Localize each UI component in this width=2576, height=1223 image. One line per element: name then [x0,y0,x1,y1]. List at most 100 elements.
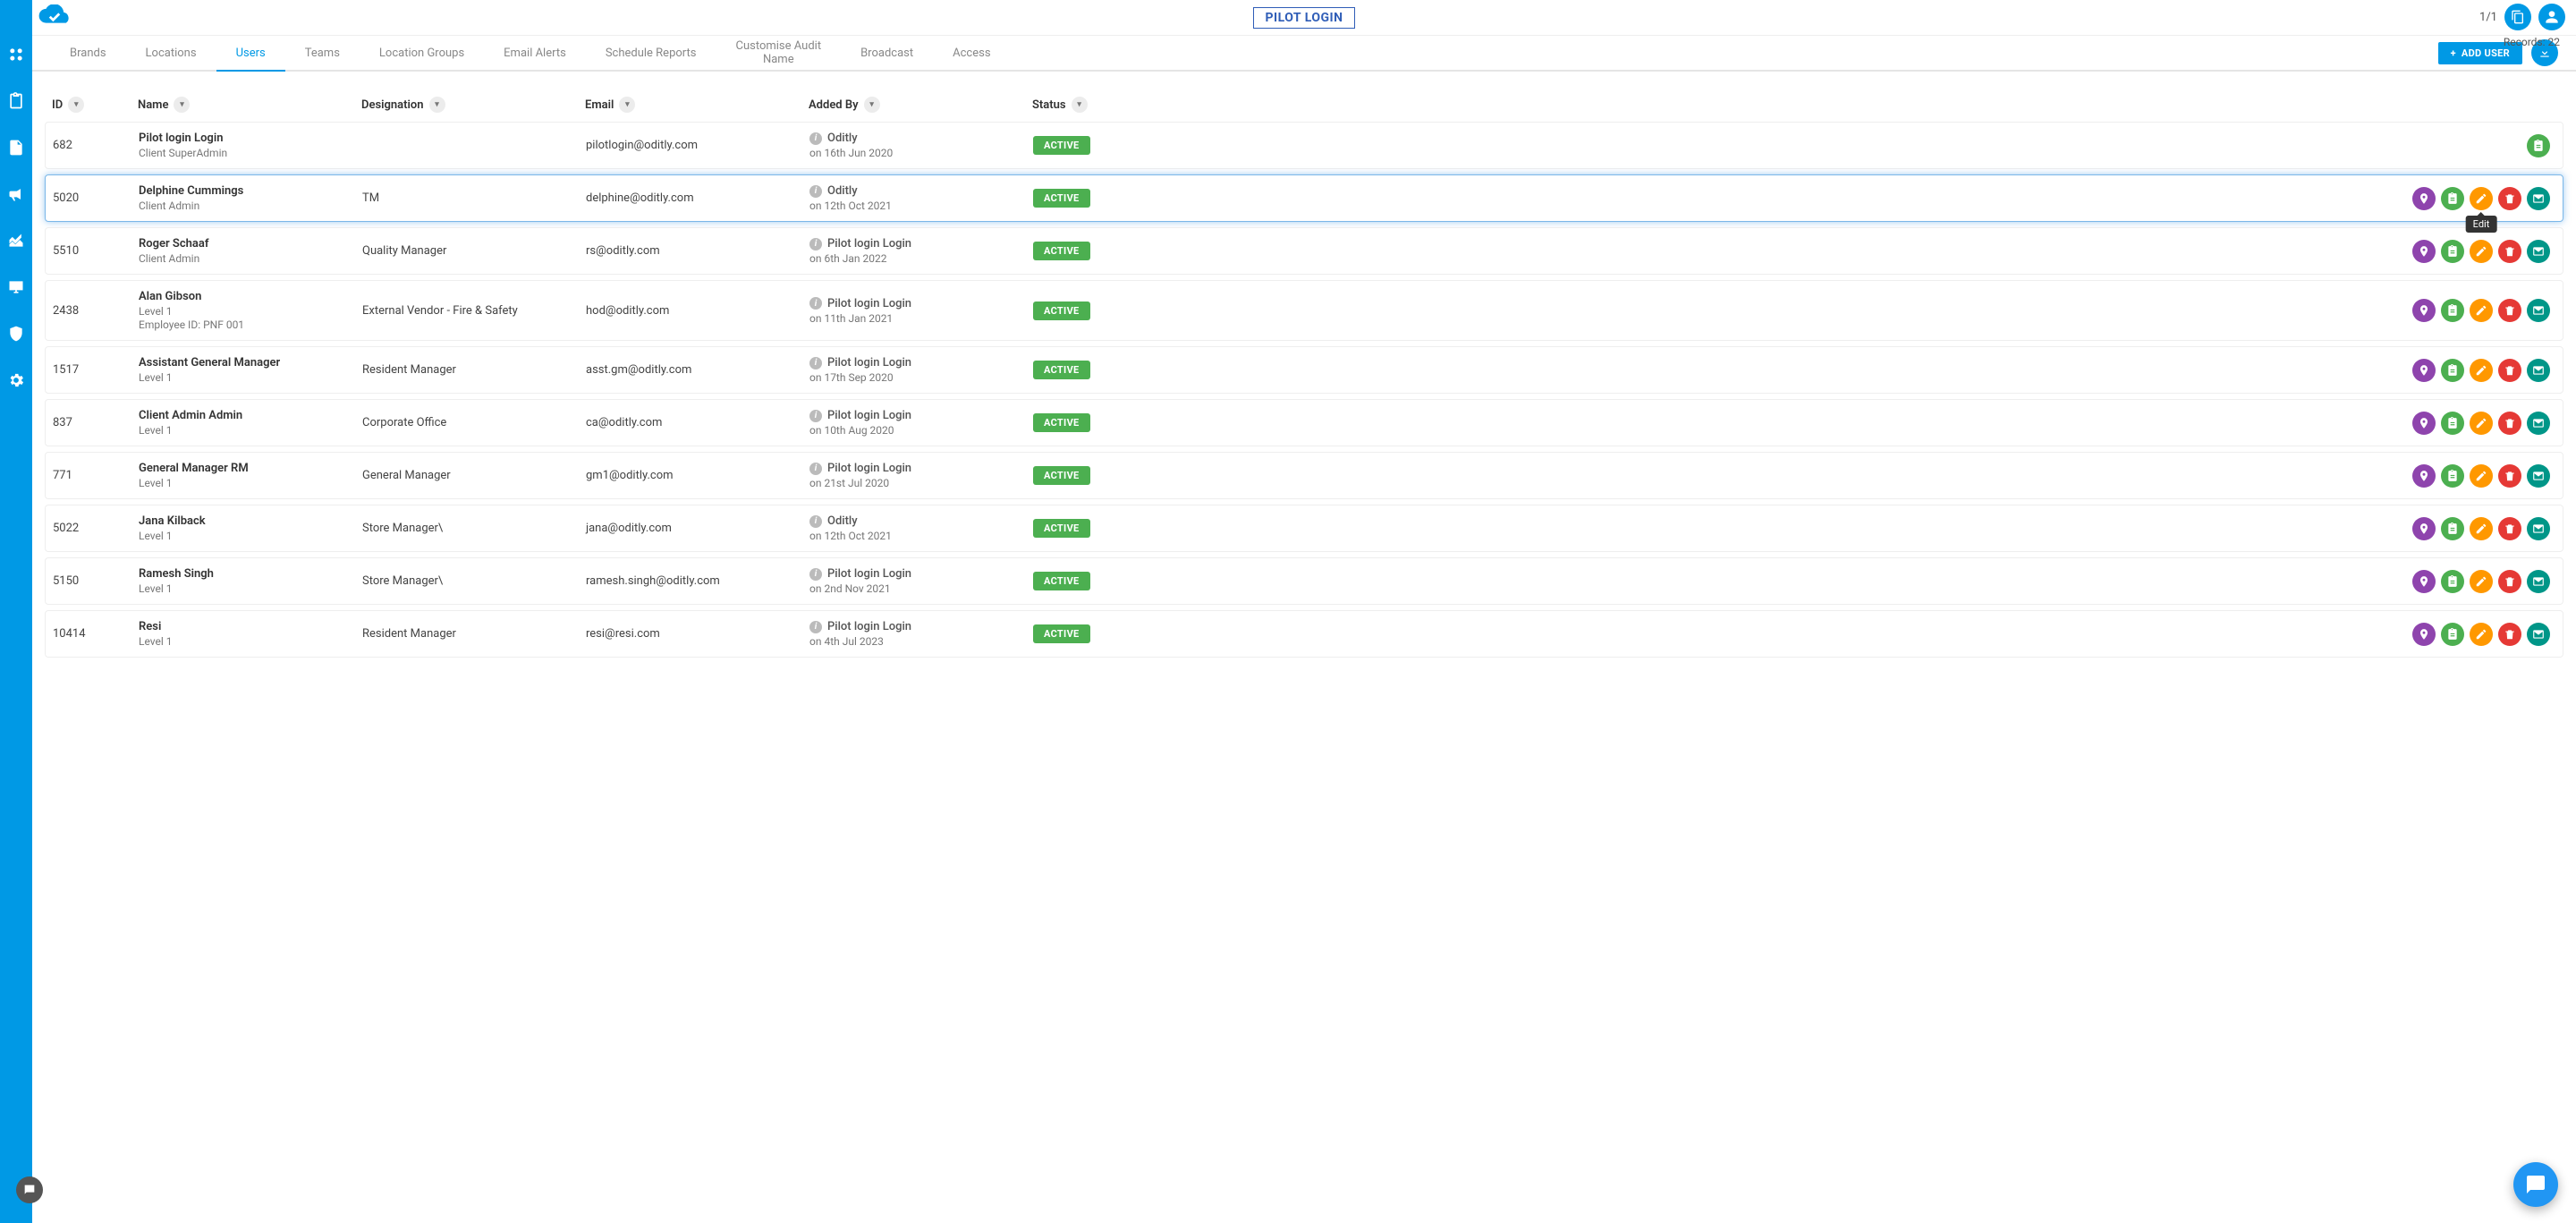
tab-broadcast[interactable]: Broadcast [841,35,933,71]
tab-location-groups[interactable]: Location Groups [360,35,484,71]
info-icon[interactable]: i [809,515,822,528]
sidebar-clipboard-icon[interactable] [6,91,26,111]
row-location-icon[interactable] [2412,299,2436,322]
row-edit-icon[interactable] [2470,623,2493,646]
info-icon[interactable]: i [809,238,822,251]
row-clipboard-icon[interactable] [2441,412,2464,435]
status-badge: ACTIVE [1033,413,1090,432]
tab-brands[interactable]: Brands [50,35,126,71]
row-edit-icon[interactable]: Edit [2470,187,2493,210]
sidebar-settings-icon[interactable] [6,370,26,390]
cell-name: General Manager RM [139,462,362,475]
row-mail-icon[interactable] [2527,359,2550,382]
row-clipboard-icon[interactable] [2441,517,2464,540]
row-clipboard-icon[interactable] [2441,299,2464,322]
info-icon[interactable]: i [809,568,822,581]
row-location-icon[interactable] [2412,187,2436,210]
info-icon[interactable]: i [809,185,822,198]
info-icon[interactable]: i [809,463,822,475]
row-location-icon[interactable] [2412,623,2436,646]
row-delete-icon[interactable] [2498,517,2521,540]
row-delete-icon[interactable] [2498,412,2521,435]
row-clipboard-icon[interactable] [2527,134,2550,157]
tab-email-alerts[interactable]: Email Alerts [484,35,586,71]
sort-added-icon[interactable]: ▾ [864,97,880,113]
row-clipboard-icon[interactable] [2441,570,2464,593]
sidebar-announcement-icon[interactable] [6,184,26,204]
sort-name-icon[interactable]: ▾ [174,97,190,113]
row-mail-icon[interactable] [2527,570,2550,593]
row-mail-icon[interactable] [2527,240,2550,263]
sort-status-icon[interactable]: ▾ [1072,97,1088,113]
row-delete-icon[interactable] [2498,570,2521,593]
cell-added-date: on 16th Jun 2020 [809,147,1033,159]
sidebar-shield-icon[interactable] [6,324,26,344]
cell-name: Resi [139,620,362,633]
page-counter: 1/1 [2479,11,2497,24]
row-location-icon[interactable] [2412,570,2436,593]
copy-icon[interactable] [2504,4,2531,30]
row-edit-icon[interactable] [2470,517,2493,540]
chat-fab-icon[interactable] [2513,1162,2558,1207]
row-mail-icon[interactable] [2527,623,2550,646]
row-mail-icon[interactable] [2527,187,2550,210]
sidebar-document-icon[interactable] [6,138,26,157]
logo-cloud-icon[interactable] [37,4,74,30]
tab-users[interactable]: Users [216,36,285,72]
tab-customise-audit-name[interactable]: Customise AuditName [716,35,841,71]
profile-icon[interactable] [2538,4,2565,30]
row-delete-icon[interactable] [2498,359,2521,382]
sidebar-chat-icon[interactable] [16,1176,43,1203]
row-edit-icon[interactable] [2470,359,2493,382]
tab-teams[interactable]: Teams [285,35,360,71]
row-clipboard-icon[interactable] [2441,240,2464,263]
info-icon[interactable]: i [809,621,822,633]
row-edit-icon[interactable] [2470,299,2493,322]
cell-name: Delphine Cummings [139,184,362,198]
row-clipboard-icon[interactable] [2441,359,2464,382]
table-row: 2438Alan GibsonLevel 1Employee ID: PNF 0… [45,280,2563,341]
status-badge: ACTIVE [1033,624,1090,643]
row-delete-icon[interactable] [2498,464,2521,488]
row-delete-icon[interactable] [2498,187,2521,210]
tab-schedule-reports[interactable]: Schedule Reports [586,35,716,71]
row-mail-icon[interactable] [2527,299,2550,322]
tab-access[interactable]: Access [933,35,1010,71]
cell-added-by: Oditly [827,514,858,528]
info-icon[interactable]: i [809,297,822,310]
sidebar-analytics-icon[interactable] [6,231,26,251]
row-delete-icon[interactable] [2498,240,2521,263]
sort-desig-icon[interactable]: ▾ [429,97,445,113]
top-header: PILOT LOGIN 1/1 [32,0,2576,36]
info-icon[interactable]: i [809,357,822,369]
cell-role: Level 1 [139,424,362,437]
row-mail-icon[interactable] [2527,517,2550,540]
row-edit-icon[interactable] [2470,412,2493,435]
info-icon[interactable]: i [809,132,822,145]
cell-email: hod@oditly.com [586,304,809,318]
sort-email-icon[interactable]: ▾ [619,97,635,113]
row-clipboard-icon[interactable] [2441,464,2464,488]
row-location-icon[interactable] [2412,412,2436,435]
cell-role: Level 1 [139,530,362,542]
row-mail-icon[interactable] [2527,412,2550,435]
brand-title: PILOT LOGIN [1253,7,1354,29]
row-delete-icon[interactable] [2498,623,2521,646]
row-location-icon[interactable] [2412,517,2436,540]
row-edit-icon[interactable] [2470,570,2493,593]
sort-id-icon[interactable]: ▾ [68,97,84,113]
row-mail-icon[interactable] [2527,464,2550,488]
row-location-icon[interactable] [2412,464,2436,488]
row-clipboard-icon[interactable] [2441,623,2464,646]
row-location-icon[interactable] [2412,240,2436,263]
row-location-icon[interactable] [2412,359,2436,382]
row-edit-icon[interactable] [2470,464,2493,488]
row-clipboard-icon[interactable] [2441,187,2464,210]
row-delete-icon[interactable] [2498,299,2521,322]
sidebar-monitor-icon[interactable] [6,277,26,297]
tab-locations[interactable]: Locations [126,35,216,71]
info-icon[interactable]: i [809,410,822,422]
sidebar-dashboard-icon[interactable] [6,45,26,64]
row-edit-icon[interactable] [2470,240,2493,263]
cell-added-by: Pilot login Login [827,297,911,310]
